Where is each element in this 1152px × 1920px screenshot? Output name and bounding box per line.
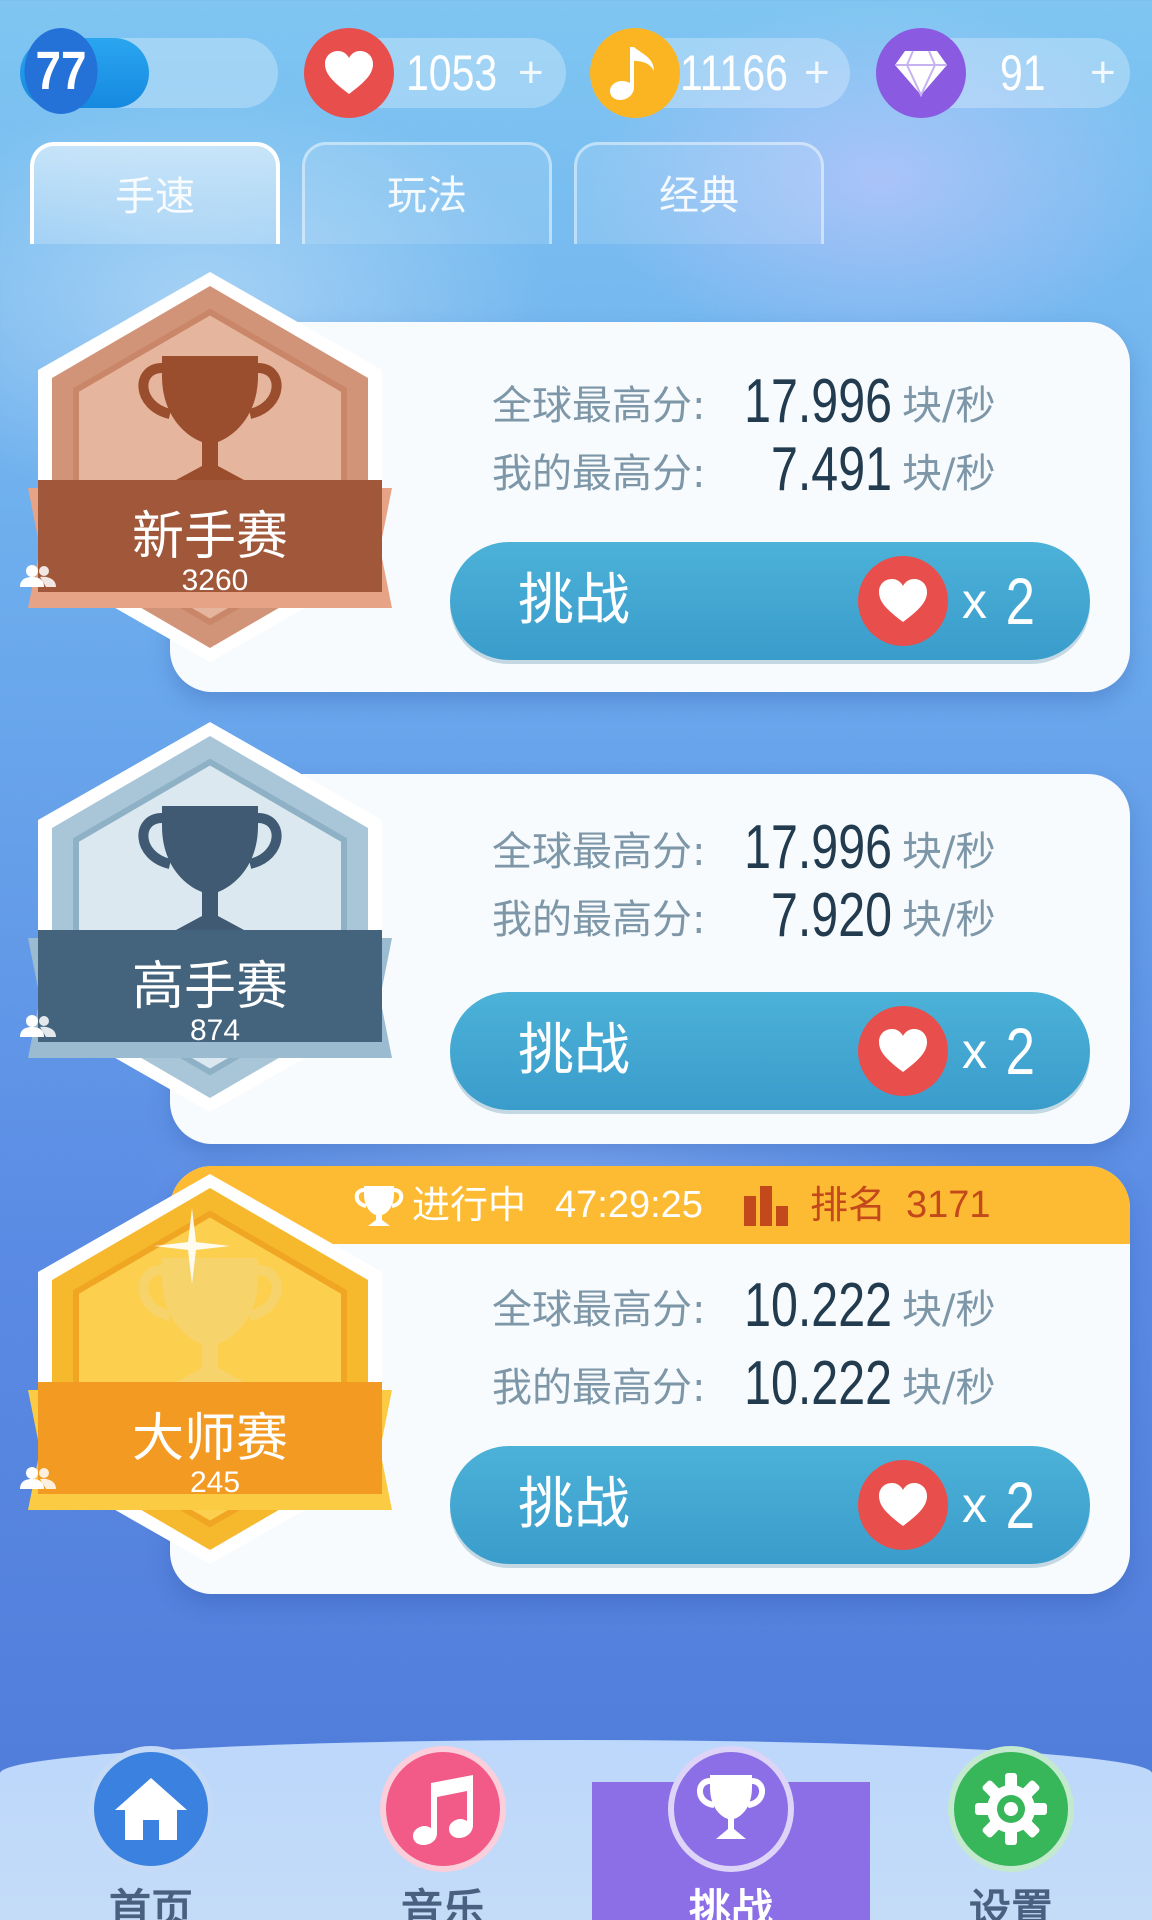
cost-multiplier: x bbox=[962, 1477, 987, 1533]
add-notes-button[interactable]: + bbox=[804, 38, 830, 108]
player-count: 3260 bbox=[20, 564, 400, 598]
add-hearts-button[interactable]: + bbox=[518, 38, 544, 108]
heart-icon bbox=[858, 1006, 948, 1096]
global-best-score: 17.996 bbox=[744, 367, 892, 436]
ranking-bars-icon bbox=[742, 1186, 792, 1235]
gold-hexagon-icon bbox=[28, 1174, 392, 1564]
my-best-score: 10.222 bbox=[744, 1349, 892, 1418]
challenge-button[interactable]: 挑战 x 2 bbox=[450, 542, 1090, 660]
global-best-label: 全球最高分: bbox=[492, 383, 706, 429]
gear-icon bbox=[948, 1746, 1074, 1872]
nav-music-label: 音乐 bbox=[400, 1885, 485, 1920]
challenge-label: 挑战 bbox=[518, 568, 630, 633]
tab-speed[interactable]: 手速 bbox=[30, 142, 280, 244]
contest-name: 大师赛 bbox=[131, 1409, 288, 1469]
my-best-label: 我的最高分: bbox=[492, 451, 706, 497]
score-unit: 块/秒 bbox=[902, 451, 996, 497]
player-count-value: 245 bbox=[189, 1466, 241, 1499]
contest-name: 高手赛 bbox=[131, 957, 288, 1017]
bronze-badge: 新手赛 3260 bbox=[20, 266, 400, 666]
gems-count: 91 bbox=[1000, 45, 1046, 101]
cost-amount: 2 bbox=[1005, 1468, 1036, 1542]
hearts-count: 1053 bbox=[406, 45, 498, 101]
challenge-button[interactable]: 挑战 x 2 bbox=[450, 1446, 1090, 1564]
player-count-value: 3260 bbox=[181, 564, 249, 597]
nav-music[interactable]: 音乐 bbox=[368, 1746, 518, 1920]
notes-count: 11166 bbox=[680, 45, 788, 101]
heart-icon bbox=[304, 28, 394, 118]
trophy-icon bbox=[668, 1746, 794, 1872]
heart-icon bbox=[858, 1460, 948, 1550]
nav-home[interactable]: 首页 bbox=[76, 1746, 226, 1920]
silver-badge: 高手赛 874 bbox=[20, 716, 400, 1116]
contest-status: 进行中 bbox=[412, 1183, 527, 1227]
home-icon bbox=[88, 1746, 214, 1872]
nav-settings[interactable]: 设置 bbox=[936, 1746, 1086, 1920]
rank-label: 排名 bbox=[810, 1183, 887, 1227]
my-best-score: 7.920 bbox=[770, 881, 892, 950]
challenge-label: 挑战 bbox=[518, 1018, 630, 1083]
my-best-label: 我的最高分: bbox=[492, 897, 706, 943]
challenge-label: 挑战 bbox=[518, 1472, 630, 1537]
global-best-label: 全球最高分: bbox=[492, 1287, 706, 1333]
tab-gameplay[interactable]: 玩法 bbox=[302, 142, 552, 244]
global-best-score: 17.996 bbox=[744, 813, 892, 882]
music-note-icon bbox=[380, 1746, 506, 1872]
diamond-icon bbox=[876, 28, 966, 118]
cost-multiplier: x bbox=[962, 1023, 987, 1079]
countdown-timer: 47:29:25 bbox=[555, 1184, 703, 1226]
my-best-score: 7.491 bbox=[770, 435, 892, 504]
silver-hexagon-icon bbox=[28, 722, 392, 1112]
gold-badge: 大师赛 245 bbox=[20, 1168, 400, 1568]
nav-home-label: 首页 bbox=[108, 1885, 193, 1920]
tab-classic[interactable]: 经典 bbox=[574, 142, 824, 244]
music-note-icon bbox=[590, 28, 680, 118]
nav-settings-label: 设置 bbox=[968, 1885, 1053, 1920]
player-count-value: 874 bbox=[189, 1014, 241, 1047]
score-unit: 块/秒 bbox=[902, 1287, 996, 1333]
add-gems-button[interactable]: + bbox=[1090, 38, 1116, 108]
contest-name: 新手赛 bbox=[131, 507, 288, 567]
my-best-label: 我的最高分: bbox=[492, 1365, 706, 1411]
rank-value: 3171 bbox=[906, 1184, 991, 1226]
score-unit: 块/秒 bbox=[902, 897, 996, 943]
cost-amount: 2 bbox=[1005, 1014, 1036, 1088]
challenge-button[interactable]: 挑战 x 2 bbox=[450, 992, 1090, 1110]
score-unit: 块/秒 bbox=[902, 829, 996, 875]
global-best-label: 全球最高分: bbox=[492, 829, 706, 875]
nav-challenge[interactable]: 挑战 bbox=[656, 1746, 806, 1920]
cost-amount: 2 bbox=[1005, 564, 1036, 638]
score-unit: 块/秒 bbox=[902, 383, 996, 429]
player-count: 874 bbox=[20, 1014, 400, 1048]
heart-icon bbox=[858, 556, 948, 646]
status-bar: 77 1053 + 11166 + 91 + bbox=[0, 0, 1152, 130]
player-count: 245 bbox=[20, 1466, 400, 1500]
level-badge[interactable]: 77 bbox=[24, 28, 98, 114]
bronze-hexagon-icon bbox=[28, 272, 392, 662]
global-best-score: 10.222 bbox=[744, 1271, 892, 1340]
nav-challenge-label: 挑战 bbox=[688, 1885, 773, 1920]
cost-multiplier: x bbox=[962, 573, 987, 629]
score-unit: 块/秒 bbox=[902, 1365, 996, 1411]
